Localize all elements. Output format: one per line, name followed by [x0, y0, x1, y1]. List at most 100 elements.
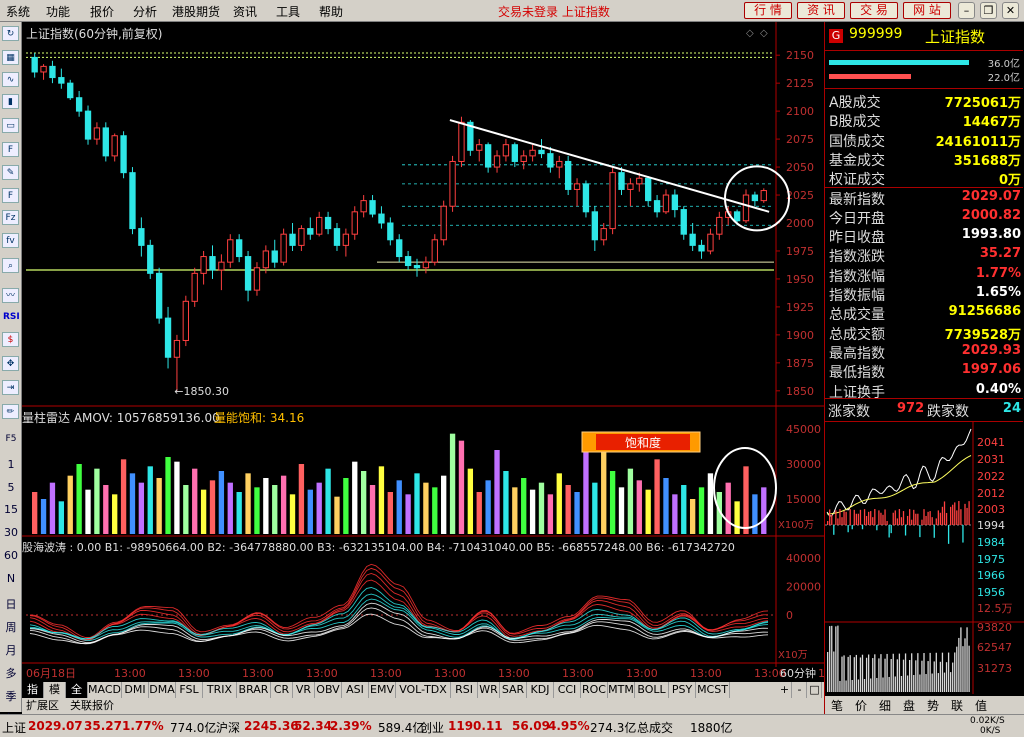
indicator-tab[interactable]: VOL-TDX	[396, 682, 451, 698]
period-quarter[interactable]: 季	[3, 688, 19, 704]
indicator-tab[interactable]: BRAR	[237, 682, 271, 698]
indicator-tab[interactable]: CR	[271, 682, 293, 698]
f10-icon[interactable]: F	[2, 142, 19, 157]
indicator-tab[interactable]: VR	[293, 682, 315, 698]
quote-tab[interactable]: 势	[927, 697, 939, 714]
period-week[interactable]: 周	[3, 619, 19, 635]
pen-icon[interactable]: ✏	[2, 404, 19, 419]
quote-tab[interactable]: 盘	[903, 697, 915, 714]
time-label: 13:00	[114, 667, 146, 680]
period-5[interactable]: 5	[3, 481, 19, 494]
fv-icon[interactable]: fv	[2, 233, 19, 248]
trade-button[interactable]: 交 易	[850, 2, 898, 19]
candle-body	[396, 239, 403, 258]
quote-tab[interactable]: 笔	[831, 697, 843, 714]
indicator-tab[interactable]: 模板	[44, 682, 66, 712]
close-icon[interactable]: ✕	[1002, 2, 1019, 19]
indicator-tab[interactable]: ASI	[342, 682, 369, 698]
website-button[interactable]: 网 站	[903, 2, 951, 19]
grid-icon[interactable]: ▦	[2, 50, 19, 65]
search-icon[interactable]: ⌕	[2, 258, 19, 273]
indicator-tab[interactable]: WR	[478, 682, 500, 698]
indicator-tab[interactable]: RSI	[451, 682, 478, 698]
rsi-tool[interactable]: RSI	[3, 312, 20, 322]
stat-label: 最低指数	[829, 365, 885, 382]
osc-tick-label: 40000	[786, 552, 821, 565]
indicator-tab[interactable]: 指标	[22, 682, 44, 712]
left-toolbar: ↻ ▦ ∿ ▮ ▭ F ✎ F Fz fv ⌕ 〰 RSI $ ✥ ⇥ ✏ F5…	[0, 22, 22, 725]
news-button[interactable]: 资 讯	[797, 2, 845, 19]
intraday-mini-chart[interactable]: 2041 2031 2022 2012 2003 1994 1984 1975 1966 1956…	[825, 422, 1024, 694]
chart-canvas[interactable]: 2150 2125 2100 2075 2050 2025 2000 1975 1950 1925…	[22, 22, 824, 682]
indicator-tab[interactable]: EMV	[369, 682, 396, 698]
indicator-tab[interactable]: SAR	[500, 682, 527, 698]
indicator-tab[interactable]: 全部	[66, 682, 88, 712]
minimize-icon[interactable]: –	[958, 2, 975, 19]
indicator-tab[interactable]: TRIX	[203, 682, 237, 698]
indicator-tab[interactable]: CCI	[554, 682, 581, 698]
menu-system[interactable]: 系统	[6, 3, 30, 20]
quote-tab[interactable]: 细	[879, 697, 891, 714]
restore-icon[interactable]: ❐	[980, 2, 997, 19]
candle-body	[760, 190, 767, 202]
indicator-tab[interactable]: MCST	[696, 682, 730, 698]
mini-breadth-bar	[925, 515, 927, 525]
indicator-tab[interactable]: KDJ	[527, 682, 554, 698]
mini-breadth-bar	[935, 518, 937, 525]
maximize-icon[interactable]: □	[808, 682, 822, 698]
indicator-tab[interactable]: PSY	[669, 682, 696, 698]
period-n[interactable]: N	[3, 572, 19, 585]
export-icon[interactable]: ⇥	[2, 380, 19, 395]
main-chart[interactable]: 2150 2125 2100 2075 2050 2025 2000 1975 1950 1925…	[22, 22, 824, 682]
period-month[interactable]: 月	[3, 642, 19, 658]
quote-button[interactable]: 行 情	[744, 2, 792, 19]
period-multi[interactable]: 多	[3, 665, 19, 681]
tab-extension[interactable]: 扩展区	[26, 698, 59, 714]
indicator-tab[interactable]: MACD	[88, 682, 122, 698]
tab-related-quotes[interactable]: 关联报价	[70, 698, 114, 714]
period-30[interactable]: 30	[3, 526, 19, 539]
menu-hk-futures[interactable]: 港股期货	[172, 3, 220, 20]
fz-icon[interactable]: Fz	[2, 210, 19, 225]
indicator-tab[interactable]: DMA	[149, 682, 176, 698]
quote-tab[interactable]: 价	[855, 697, 867, 714]
wave-icon[interactable]: 〰	[2, 288, 19, 303]
panel-option-icon[interactable]: ◇	[746, 28, 754, 39]
volume-bar	[138, 482, 145, 534]
menu-tools[interactable]: 工具	[276, 3, 300, 20]
mini-breadth-bar	[952, 504, 954, 525]
menu-news[interactable]: 资讯	[233, 3, 257, 20]
menu-analysis[interactable]: 分析	[133, 3, 157, 20]
quote-tab[interactable]: 联	[951, 697, 963, 714]
window-icon[interactable]: ▭	[2, 118, 19, 133]
period-15[interactable]: 15	[3, 503, 19, 516]
indicator-tab[interactable]: BOLL	[635, 682, 669, 698]
dollar-icon[interactable]: $	[2, 332, 19, 347]
line-chart-icon[interactable]: ∿	[2, 72, 19, 87]
f5-tool[interactable]: F5	[3, 434, 19, 444]
mini-volume-bar	[921, 660, 923, 692]
period-1[interactable]: 1	[3, 458, 19, 471]
menu-function[interactable]: 功能	[46, 3, 70, 20]
f-icon[interactable]: F	[2, 188, 19, 203]
menu-quote[interactable]: 报价	[90, 3, 114, 20]
zoom-in-icon[interactable]: +	[778, 682, 792, 698]
candle-chart-icon[interactable]: ▮	[2, 94, 19, 109]
mini-breadth-bar	[941, 506, 944, 525]
refresh-icon[interactable]: ↻	[2, 26, 19, 41]
period-day[interactable]: 日	[3, 596, 19, 612]
move-icon[interactable]: ✥	[2, 356, 19, 371]
panel-option-icon[interactable]: ◇	[760, 28, 768, 39]
indicator-tab[interactable]: DMI	[122, 682, 149, 698]
stat-label: B股成交	[829, 114, 881, 131]
indicator-tab[interactable]: ROC	[581, 682, 608, 698]
quote-tab[interactable]: 值	[975, 697, 987, 714]
zoom-out-icon[interactable]: -	[793, 682, 807, 698]
period-60[interactable]: 60	[3, 549, 19, 562]
indicator-tab[interactable]: OBV	[315, 682, 342, 698]
menu-help[interactable]: 帮助	[319, 3, 343, 20]
mini-volume-bar	[878, 658, 880, 692]
indicator-tab[interactable]: FSL	[176, 682, 203, 698]
indicator-tab[interactable]: MTM	[608, 682, 635, 698]
notes-icon[interactable]: ✎	[2, 165, 19, 180]
